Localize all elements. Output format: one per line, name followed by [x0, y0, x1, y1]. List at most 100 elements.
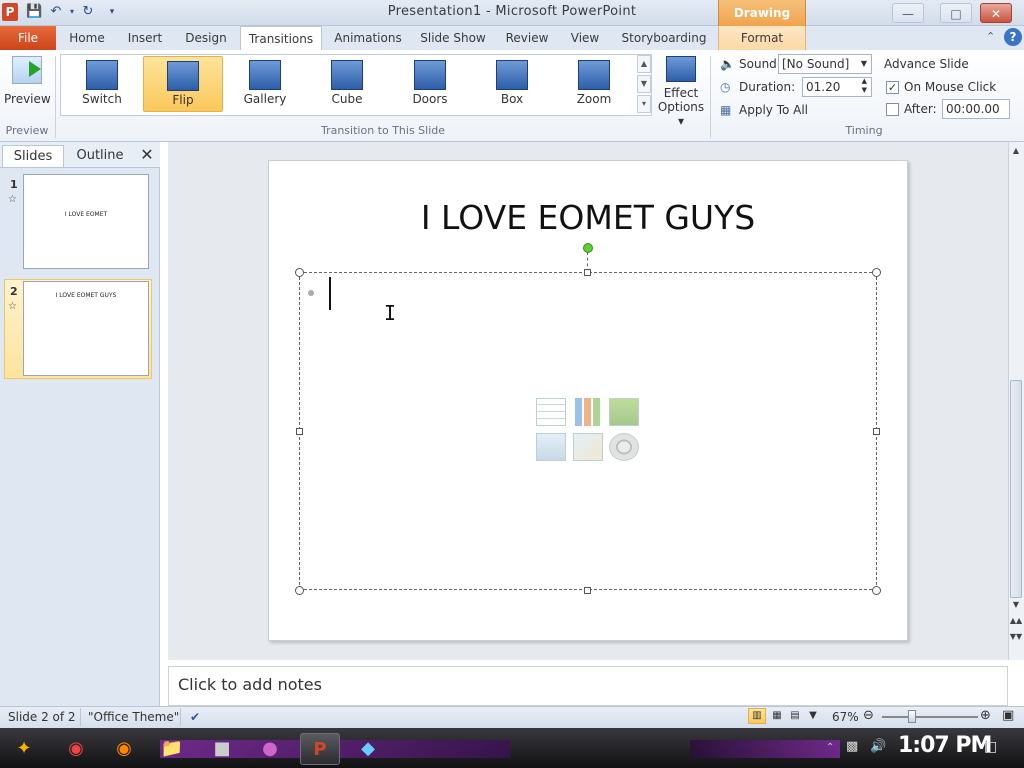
slide-show-view-icon[interactable]: ▼: [804, 708, 822, 724]
close-window-button[interactable]: ✕: [980, 3, 1012, 23]
on-mouse-click-checkbox[interactable]: ✓: [886, 81, 899, 94]
slide-number: 1: [10, 178, 18, 191]
preview-button[interactable]: Preview: [4, 54, 51, 110]
insert-table-icon[interactable]: [536, 398, 566, 426]
thumbnail-title: I LOVE EOMET GUYS: [55, 292, 117, 299]
transition-gallery-effect[interactable]: Gallery: [225, 56, 305, 112]
normal-view-icon[interactable]: ▥: [748, 708, 766, 724]
minimize-button[interactable]: —: [892, 3, 924, 23]
insert-clipart-icon[interactable]: [573, 433, 603, 461]
scroll-up-icon[interactable]: ▲: [1009, 144, 1023, 158]
insert-media-icon[interactable]: [609, 433, 639, 461]
resize-handle-top-left[interactable]: [295, 268, 304, 277]
firefox-icon[interactable]: ◉: [104, 733, 144, 765]
zoom-icon: [578, 60, 610, 90]
rotation-handle[interactable]: [583, 243, 593, 253]
scrollbar-thumb[interactable]: [1010, 380, 1022, 598]
app-icon[interactable]: ■: [202, 733, 242, 765]
after-value: 00:00.00: [946, 102, 1000, 116]
insert-picture-icon[interactable]: [536, 433, 566, 461]
resize-handle-top-right[interactable]: [872, 268, 881, 277]
gallery-scroll-up-icon[interactable]: ▲: [637, 55, 651, 73]
duration-icon: ◷: [720, 80, 731, 94]
resize-handle-bottom-right[interactable]: [872, 586, 881, 595]
chrome-icon[interactable]: ◉: [56, 733, 96, 765]
zoom-slider-knob[interactable]: [908, 710, 916, 723]
scroll-down-icon[interactable]: ▼: [1009, 598, 1023, 612]
resize-handle-left[interactable]: [296, 428, 303, 435]
transition-doors[interactable]: Doors: [390, 56, 470, 112]
tab-slides[interactable]: Slides: [2, 145, 64, 167]
tab-transitions[interactable]: Transitions: [240, 26, 322, 51]
duration-label: Duration:: [739, 80, 796, 94]
tab-insert[interactable]: Insert: [120, 26, 170, 50]
text-cursor: [329, 277, 331, 310]
insert-chart-icon[interactable]: [573, 398, 603, 426]
zoom-slider-track[interactable]: [882, 716, 978, 718]
transition-label: Doors: [412, 92, 448, 106]
app-icon[interactable]: ◆: [348, 733, 388, 765]
slide-counter: Slide 2 of 2: [8, 710, 76, 724]
network-icon[interactable]: ▩: [846, 739, 858, 754]
slide-sorter-view-icon[interactable]: ▦: [768, 708, 786, 724]
resize-handle-bottom[interactable]: [584, 587, 591, 594]
tab-home[interactable]: Home: [62, 26, 112, 50]
after-checkbox[interactable]: [886, 103, 899, 116]
transition-box[interactable]: Box: [472, 56, 552, 112]
slide-thumbnail-1[interactable]: I LOVE EOMET: [23, 174, 149, 269]
gallery-more-icon[interactable]: ▾: [637, 95, 651, 113]
tab-file[interactable]: File: [0, 26, 56, 50]
after-time-stepper[interactable]: 00:00.00: [942, 99, 1010, 119]
group-separator: [710, 56, 711, 138]
zoom-level[interactable]: 67%: [832, 710, 859, 724]
resize-handle-top[interactable]: [584, 269, 591, 276]
apply-to-all-button[interactable]: Apply To All: [739, 103, 808, 117]
tab-format[interactable]: Format: [718, 26, 806, 50]
taskbar-clock[interactable]: 1:07 PM: [898, 733, 992, 758]
action-center-icon[interactable]: □: [984, 739, 997, 755]
tab-slide-show[interactable]: Slide Show: [414, 26, 492, 50]
tab-view[interactable]: View: [562, 26, 608, 50]
maximize-button[interactable]: □: [940, 3, 972, 23]
tab-storyboarding[interactable]: Storyboarding: [618, 26, 710, 50]
next-slide-icon[interactable]: ▼▼: [1009, 630, 1023, 644]
duration-stepper[interactable]: 01.20 ▲ ▼: [802, 77, 872, 97]
powerpoint-taskbar-icon[interactable]: P: [300, 733, 340, 765]
previous-slide-icon[interactable]: ▲▲: [1009, 614, 1023, 628]
transition-label: Cube: [331, 92, 363, 106]
help-icon[interactable]: ?: [1004, 28, 1022, 46]
sound-dropdown[interactable]: [No Sound] ▼: [778, 54, 872, 74]
reading-view-icon[interactable]: ▤: [786, 708, 804, 724]
transition-zoom[interactable]: Zoom: [554, 56, 634, 112]
zoom-in-icon[interactable]: ⊕: [980, 708, 991, 723]
close-pane-icon[interactable]: ✕: [138, 146, 156, 164]
transition-flip[interactable]: Flip: [143, 56, 223, 112]
effect-options-button[interactable]: Effect Options ▾: [656, 54, 706, 128]
resize-handle-bottom-left[interactable]: [295, 586, 304, 595]
file-explorer-icon[interactable]: 📁: [152, 733, 192, 765]
transition-switch[interactable]: Switch: [62, 56, 142, 112]
tab-animations[interactable]: Animations: [330, 26, 406, 50]
theme-name[interactable]: "Office Theme": [88, 710, 179, 724]
media-app-icon[interactable]: ●: [250, 733, 290, 765]
start-button-icon[interactable]: ✦: [4, 733, 44, 765]
tab-design[interactable]: Design: [180, 26, 232, 50]
spell-check-icon[interactable]: ✔: [190, 710, 200, 724]
zoom-out-icon[interactable]: ⊖: [863, 708, 874, 723]
insert-smartart-icon[interactable]: [609, 398, 639, 426]
tab-outline[interactable]: Outline: [68, 145, 132, 167]
minimize-ribbon-icon[interactable]: ⌃: [986, 30, 995, 43]
volume-icon[interactable]: 🔊: [870, 739, 886, 754]
tray-expand-icon[interactable]: ⌃: [826, 742, 834, 753]
slide-thumbnail-2[interactable]: I LOVE EOMET GUYS: [23, 281, 149, 376]
gallery-scroll-down-icon[interactable]: ▼: [637, 75, 651, 93]
tab-review[interactable]: Review: [500, 26, 554, 50]
window-title: Presentation1 - Microsoft PowerPoint: [387, 4, 637, 19]
status-divider: [80, 708, 81, 726]
advance-slide-label: Advance Slide: [884, 57, 969, 71]
chevron-down-icon: ▼: [860, 59, 867, 68]
fit-to-window-icon[interactable]: ▣: [1002, 708, 1014, 723]
slide-title[interactable]: I LOVE EOMET GUYS: [268, 198, 908, 237]
resize-handle-right[interactable]: [873, 428, 880, 435]
transition-cube[interactable]: Cube: [307, 56, 387, 112]
